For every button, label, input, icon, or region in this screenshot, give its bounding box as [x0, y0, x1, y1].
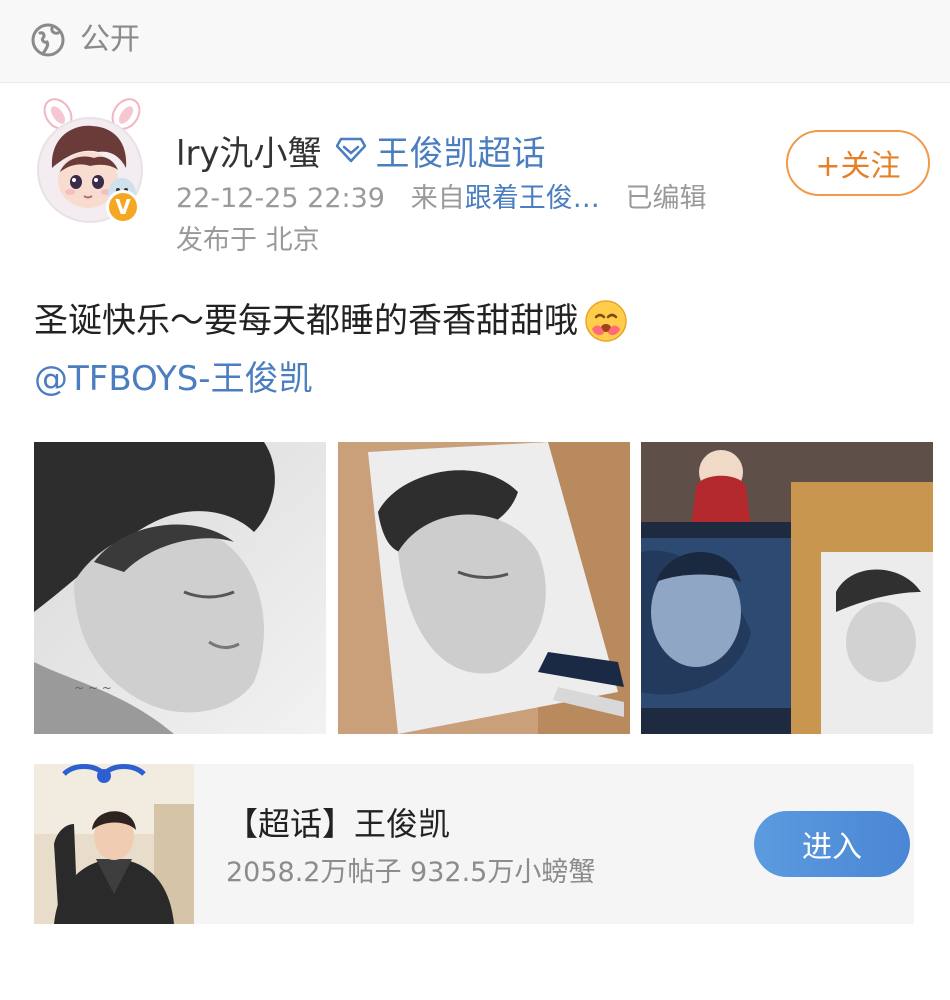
post-image-2[interactable]: [338, 442, 630, 734]
supertopic-thumbnail: [34, 764, 194, 924]
username[interactable]: lry氿小蟹: [176, 126, 322, 175]
edited-label: 已编辑: [625, 183, 707, 214]
source-prefix: 来自: [410, 183, 465, 214]
globe-icon: [31, 23, 65, 57]
post-meta: 22-12-25 22:39 来自跟着王俊… 已编辑: [176, 180, 707, 218]
verified-badge: V: [106, 190, 140, 224]
supertopic-link[interactable]: 王俊凯超话: [376, 126, 546, 175]
post-text-content: 圣诞快乐～要每天都睡的香香甜甜哦: [34, 301, 578, 341]
diamond-icon: [335, 137, 366, 163]
visibility-bar: 公开: [0, 0, 950, 83]
supertopic-title: 【超话】王俊凯: [226, 805, 451, 843]
timestamp: 22-12-25 22:39: [176, 183, 385, 214]
post-image-1[interactable]: ~ ~ ~: [34, 442, 326, 734]
enter-button[interactable]: 进入: [754, 811, 910, 877]
supertopic-card[interactable]: 【超话】王俊凯 2058.2万帖子 932.5万小螃蟹 进入: [34, 764, 914, 924]
mention-link[interactable]: @TFBOYS-王俊凯: [34, 352, 313, 406]
svg-text:~ ~ ~: ~ ~ ~: [74, 681, 112, 695]
follow-button[interactable]: +关注: [786, 130, 930, 196]
post-image-3[interactable]: [641, 442, 933, 734]
visibility-label: 公开: [80, 22, 140, 57]
post-header: lry氿小蟹 王俊凯超话: [176, 126, 546, 174]
supertopic-stats: 2058.2万帖子 932.5万小螃蟹: [226, 857, 596, 888]
source-link[interactable]: 跟着王俊…: [465, 183, 600, 214]
post-text: 圣诞快乐～要每天都睡的香香甜甜哦: [34, 294, 628, 348]
hug-emoji-icon: [585, 300, 627, 342]
location-label: 发布于 北京: [176, 225, 320, 256]
